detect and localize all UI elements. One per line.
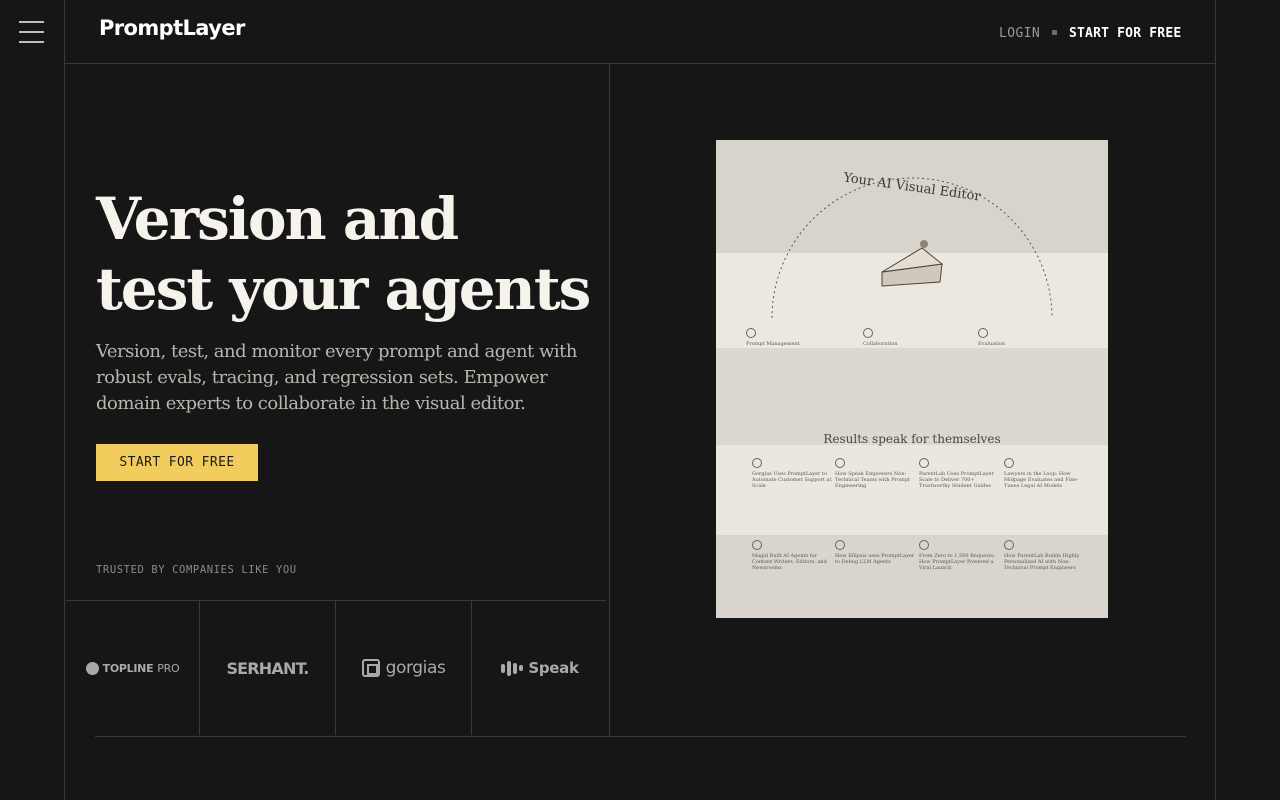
poster-case-study: Lawyers in the Loop: How Midpage Evaluat… xyxy=(1004,458,1084,489)
trusted-label: TRUSTED BY COMPANIES LIKE YOU xyxy=(96,564,297,576)
feature-label: Evaluation xyxy=(978,341,1006,347)
topline-icon xyxy=(85,661,99,675)
logo-name: Speak xyxy=(528,659,579,677)
case-study-title: How Speak Empowers Non-Technical Teams w… xyxy=(835,471,910,489)
case-study-title: How Ellipsis uses PromptLayer to Debug L… xyxy=(835,553,915,565)
section-divider xyxy=(95,736,1186,737)
feature-label: Collaboration xyxy=(863,341,898,347)
gorgias-logo: gorgias xyxy=(361,658,446,678)
logo-suffix: PRO xyxy=(157,661,180,675)
menu-button[interactable] xyxy=(19,21,45,43)
feature-icon xyxy=(978,328,988,338)
case-study-icon xyxy=(1004,540,1014,550)
logo-gorgias: gorgias xyxy=(336,601,471,735)
poster-feature: Evaluation xyxy=(978,328,1058,347)
case-study-title: ParentLab Uses PromptLayer Scale to Deli… xyxy=(919,471,994,489)
hero-title-line: test your agents xyxy=(96,255,591,323)
poster-case-study: Magid Built AI Agents for Content Writer… xyxy=(752,540,832,571)
hero-title: Version and test your agents xyxy=(96,184,596,324)
logo-name: gorgias xyxy=(385,658,446,678)
poster-case-study: How Speak Empowers Non-Technical Teams w… xyxy=(835,458,915,489)
logo-serhant: SERHANT. xyxy=(200,601,335,735)
gorgias-icon xyxy=(361,659,380,677)
hamburger-icon-line xyxy=(19,31,44,33)
nav-separator xyxy=(1052,30,1057,35)
feature-label: Prompt Management xyxy=(746,341,800,347)
header-divider xyxy=(64,63,1216,64)
poster-case-study: From Zero to 1,500 Requests: How PromptL… xyxy=(919,540,999,571)
poster-case-study: How Ellipsis uses PromptLayer to Debug L… xyxy=(835,540,915,565)
start-for-free-button[interactable]: START FOR FREE xyxy=(96,444,258,481)
poster-case-study: ParentLab Uses PromptLayer Scale to Deli… xyxy=(919,458,999,489)
poster-case-study: How ParentLab Builds Highly Personalized… xyxy=(1004,540,1084,571)
topline-pro-logo: TOPLINE PRO xyxy=(85,661,180,675)
poster-case-study: Gorgias Uses PromptLayer to Automate Cus… xyxy=(752,458,832,489)
logo-topline-pro: TOPLINE PRO xyxy=(66,601,199,735)
case-study-icon xyxy=(835,458,845,468)
case-study-title: How ParentLab Builds Highly Personalized… xyxy=(1004,553,1080,571)
case-study-icon xyxy=(1004,458,1014,468)
logo-speak: Speak xyxy=(472,601,608,735)
divider xyxy=(609,64,610,736)
poster-feature: Prompt Management xyxy=(746,328,826,347)
poster-illustration: Your AI Visual Editor Prompt Management … xyxy=(716,140,1108,618)
feature-icon xyxy=(746,328,756,338)
case-study-icon xyxy=(752,540,762,550)
speak-logo: Speak xyxy=(501,659,579,677)
hamburger-icon xyxy=(19,21,44,23)
feature-icon xyxy=(863,328,873,338)
case-study-icon xyxy=(835,540,845,550)
cake-icon xyxy=(881,240,944,287)
hamburger-icon-line xyxy=(19,41,44,43)
brand-logo[interactable]: PromptLayer xyxy=(99,16,245,40)
poster-results-heading: Results speak for themselves xyxy=(823,432,1001,446)
case-study-icon xyxy=(919,540,929,550)
hero-title-line: Version and xyxy=(96,185,459,253)
case-study-icon xyxy=(752,458,762,468)
poster-feature: Collaboration xyxy=(863,328,943,347)
case-study-title: Lawyers in the Loop: How Midpage Evaluat… xyxy=(1004,471,1079,489)
login-link[interactable]: LOGIN xyxy=(999,26,1040,41)
speak-icon xyxy=(501,660,524,676)
case-study-title: From Zero to 1,500 Requests: How PromptL… xyxy=(919,553,996,571)
divider xyxy=(1215,0,1216,800)
start-for-free-link[interactable]: START FOR FREE xyxy=(1069,26,1181,41)
hero-description: Version, test, and monitor every prompt … xyxy=(96,341,577,414)
divider xyxy=(64,0,65,800)
serhant-logo: SERHANT. xyxy=(226,658,309,678)
case-study-icon xyxy=(919,458,929,468)
logo-name: TOPLINE xyxy=(102,661,154,675)
case-study-title: Magid Built AI Agents for Content Writer… xyxy=(752,553,827,571)
case-study-title: Gorgias Uses PromptLayer to Automate Cus… xyxy=(752,471,832,489)
